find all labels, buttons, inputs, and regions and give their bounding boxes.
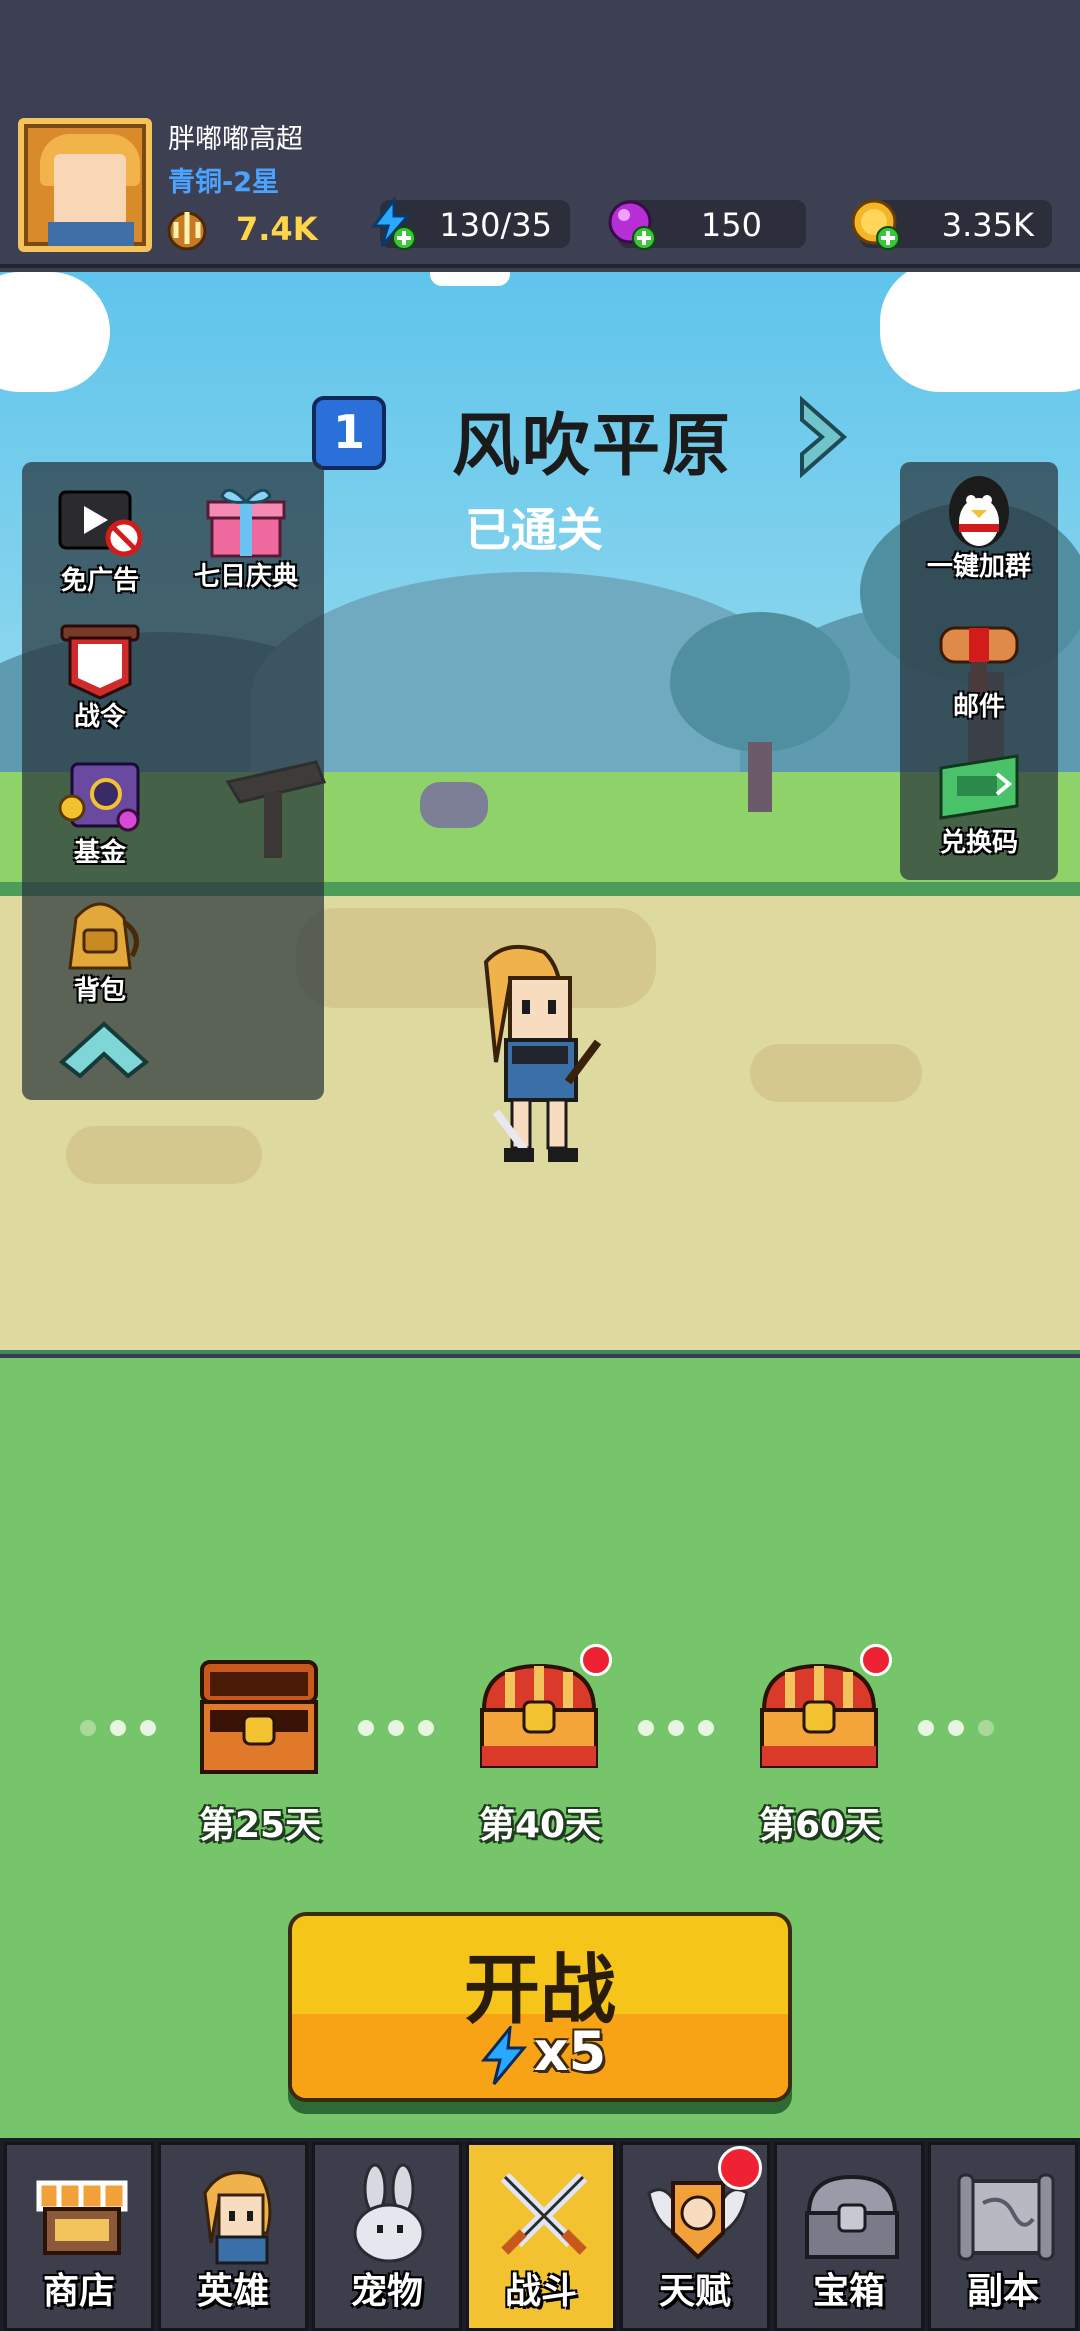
ad-free-icon [58, 490, 143, 557]
gift-box-icon [206, 488, 286, 558]
gem-value: 150 [700, 206, 762, 244]
coin-value: 3.35K [941, 206, 1034, 244]
next-stage-arrow-icon[interactable] [796, 392, 856, 482]
cloud [430, 272, 510, 286]
energy-bolt-icon [480, 2026, 528, 2085]
fund-safe-icon [58, 762, 140, 832]
notification-dot [580, 1644, 612, 1676]
backpack-button[interactable]: 背包 [40, 896, 160, 1007]
stage-scene: 1 风吹平原 已通关 免广告 七日庆典 战令 基金 背包 一键加群 邮件 兑换码 [0, 272, 1080, 1358]
top-status-bar: 胖嘟嘟高超 青铜-2星 7.4K 130/35 150 3.35K [0, 0, 1080, 268]
tab-pet[interactable]: 宠物 [312, 2142, 462, 2331]
combat-power-value: 7.4K [236, 210, 318, 248]
player-rank: 青铜-2星 [168, 167, 279, 198]
reward-day-label: 第40天 [478, 1805, 602, 1846]
redeem-ticket-icon [939, 754, 1019, 820]
hero-icon [203, 2171, 272, 2265]
start-battle-button[interactable]: 开战 x5 [288, 1912, 792, 2102]
talent-notification-dot [718, 2146, 762, 2190]
map-scroll-icon [957, 2173, 1055, 2261]
battle-pass-icon [60, 624, 140, 700]
hero-character [483, 944, 602, 1162]
collapse-panel-chevron-up-icon[interactable] [58, 1020, 150, 1080]
tree [670, 612, 850, 752]
mail-button[interactable]: 邮件 [919, 612, 1039, 723]
combat-power-icon [167, 211, 207, 251]
energy-cost-label: x5 [533, 2020, 607, 2083]
tab-dungeon[interactable]: 副本 [928, 2142, 1078, 2331]
chest-icon [805, 2174, 899, 2259]
reward-day-label: 第60天 [758, 1805, 882, 1846]
tab-dungeon-label: 副本 [966, 2271, 1039, 2312]
player-name: 胖嘟嘟高超 [168, 124, 303, 155]
tab-chest-label: 宝箱 [812, 2271, 885, 2312]
join-group-button[interactable]: 一键加群 [919, 472, 1039, 583]
redeem-code-button[interactable]: 兑换码 [919, 748, 1039, 859]
cloud [880, 272, 1080, 392]
player-avatar[interactable] [18, 118, 152, 252]
crossed-swords-icon [500, 2172, 588, 2255]
shop-icon [36, 2180, 128, 2255]
tab-battle-label: 战斗 [504, 2271, 577, 2312]
stage-cleared-status: 已通关 [465, 503, 603, 557]
battle-pass-button[interactable]: 战令 [40, 622, 160, 733]
tab-talent-label: 天赋 [658, 2271, 731, 2312]
tab-pet-label: 宠物 [350, 2271, 423, 2312]
pet-icon [353, 2163, 425, 2263]
rock [420, 782, 488, 828]
ad-free-button[interactable]: 免广告 [40, 486, 160, 597]
gem-orb-icon [608, 200, 656, 250]
stage-number-badge: 1 [312, 396, 386, 470]
energy-bolt-icon [370, 196, 416, 250]
backpack-icon [68, 902, 139, 970]
penguin-icon [949, 476, 1009, 548]
stage-name: 风吹平原 [452, 407, 733, 486]
tab-shop[interactable]: 商店 [4, 2142, 154, 2331]
reward-chest-day25[interactable] [196, 1658, 322, 1778]
reward-day-label: 第25天 [198, 1805, 322, 1846]
energy-value: 130/35 [439, 206, 552, 244]
tab-battle[interactable]: 战斗 [466, 2142, 616, 2331]
reward-chest-day60[interactable] [756, 1660, 882, 1780]
notification-dot [860, 1644, 892, 1676]
reward-chest-day40[interactable] [476, 1660, 602, 1780]
tab-hero[interactable]: 英雄 [158, 2142, 308, 2331]
mailbox-icon [939, 626, 1019, 692]
tab-shop-label: 商店 [42, 2271, 115, 2312]
fund-button[interactable]: 基金 [40, 758, 160, 869]
tab-chest[interactable]: 宝箱 [774, 2142, 924, 2331]
gold-coin-icon [851, 199, 900, 250]
tab-hero-label: 英雄 [196, 2271, 269, 2312]
bottom-navigation: 商店 英雄 宠物 战斗 天赋 宝箱 副本 [0, 2138, 1080, 2331]
seven-day-event-button[interactable]: 七日庆典 [186, 482, 306, 593]
